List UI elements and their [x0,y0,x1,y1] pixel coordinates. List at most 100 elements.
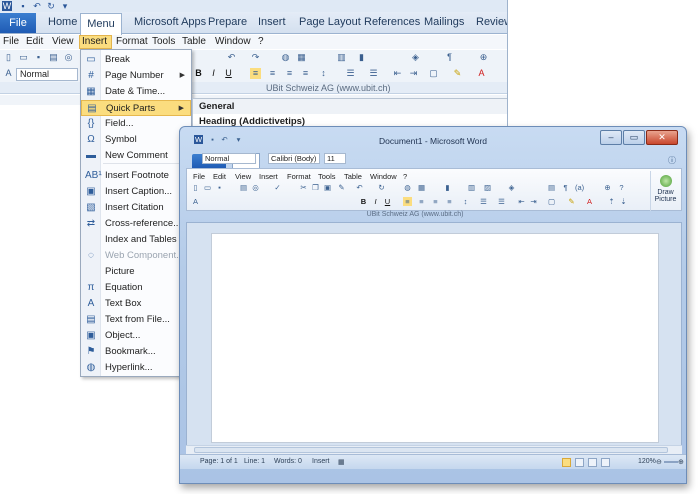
horizontal-scrollbar[interactable] [186,445,682,454]
menu-insert[interactable]: Insert [259,172,278,181]
format-painter-icon[interactable]: ✎ [337,183,346,192]
insert-menu-item[interactable]: {} Field... [81,116,191,132]
zoom-icon[interactable]: ⊕ [603,183,612,192]
drawing-icon[interactable]: ◈ [410,52,421,63]
align-center-icon[interactable]: ≡ [417,197,426,206]
spelling-icon[interactable]: ✓ [273,183,282,192]
copy-icon[interactable]: ❐ [311,183,320,192]
align-right-icon[interactable]: ≡ [431,197,440,206]
insert-menu-item[interactable]: # Page Number ▶ [81,68,191,84]
insert-menu-item[interactable]: ▤ Text from File... [81,312,191,328]
zoom-slider[interactable] [664,461,678,463]
numbering-icon[interactable]: ☰ [479,197,488,206]
hyperlink-icon[interactable]: ◍ [403,183,412,192]
document-page[interactable] [211,233,659,443]
insert-menu-item[interactable]: Ω Symbol [81,132,191,148]
status-line[interactable]: Line: 1 [244,458,265,465]
menu-file[interactable]: File [193,172,205,181]
pilcrow-icon[interactable]: ¶ [561,183,570,192]
highlight-icon[interactable]: ✎ [452,68,463,79]
insert-menu-item[interactable]: ▦ Date & Time... [81,84,191,100]
menu-tools[interactable]: Tools [152,36,175,47]
print-icon[interactable]: ▤ [239,183,248,192]
menu-table[interactable]: Table [182,36,206,47]
insert-menu-item[interactable]: Picture [81,264,191,280]
menu-window[interactable]: Window [370,172,397,181]
line-spacing-icon[interactable]: ↕ [461,197,470,206]
undo-icon[interactable]: ↶ [32,1,42,11]
cut-icon[interactable]: ✂ [299,183,308,192]
draw-picture-button[interactable]: Draw Picture [650,171,680,211]
insert-menu-item[interactable]: ▭ Break [81,52,191,68]
underline-icon[interactable]: U [383,197,392,206]
underline-icon[interactable]: U [223,68,234,79]
menu-help[interactable]: ? [258,36,264,47]
menu-file[interactable]: File [3,36,19,47]
style-dropdown[interactable]: Normal [202,153,256,164]
border-icon[interactable]: ▢ [428,68,439,79]
numbering-icon[interactable]: ☰ [345,68,356,79]
border-icon[interactable]: ▢ [547,197,556,206]
menu-window[interactable]: Window [215,36,251,47]
align-center-icon[interactable]: ≡ [267,68,278,79]
insert-menu-item[interactable]: ◌ Web Component... [81,248,191,264]
bold-icon[interactable]: B [193,68,204,79]
maximize-button[interactable]: ▭ [623,130,645,145]
styles-icon[interactable]: A [3,68,14,79]
redo-icon[interactable]: ↷ [250,52,261,63]
full-screen-view-icon[interactable] [575,458,584,467]
grow-font-icon[interactable]: ⇡ [607,197,616,206]
styles-icon[interactable]: A [191,197,200,206]
tab-references[interactable]: References [364,16,420,28]
justify-icon[interactable]: ≡ [300,68,311,79]
insert-menu-item[interactable]: ⚑ Bookmark... [81,344,191,360]
customize-icon[interactable]: ▾ [60,1,70,11]
status-page[interactable]: Page: 1 of 1 [200,458,238,465]
style-dropdown[interactable]: Normal [16,68,78,81]
outline-view-icon[interactable] [601,458,610,467]
open-folder-icon[interactable]: ▭ [203,183,212,192]
menu-tools[interactable]: Tools [318,172,336,181]
outdent-icon[interactable]: ⇤ [517,197,526,206]
tab-home[interactable]: Home [48,16,77,28]
zoom-icon[interactable]: ⊕ [478,52,489,63]
zoom-in-icon[interactable]: ⊕ [678,458,684,466]
tab-file[interactable]: File [0,13,36,33]
columns-icon[interactable]: ▮ [356,52,367,63]
line-spacing-icon[interactable]: ↕ [318,68,329,79]
menu-edit[interactable]: Edit [26,36,43,47]
menu-view[interactable]: View [52,36,74,47]
align-right-icon[interactable]: ≡ [284,68,295,79]
open-folder-icon[interactable]: ▭ [18,52,29,63]
close-button[interactable]: ✕ [646,130,678,145]
paste-icon[interactable]: ▣ [323,183,332,192]
shrink-font-icon[interactable]: ⇣ [619,197,628,206]
align-left-icon[interactable]: ≡ [403,197,412,206]
insert-menu-item[interactable]: π Equation [81,280,191,296]
bold-icon[interactable]: B [359,197,368,206]
save-icon[interactable]: ▪ [18,1,28,11]
print-layout-view-icon[interactable] [562,458,571,467]
menu-view[interactable]: View [235,172,251,181]
zoom-out-icon[interactable]: ⊖ [656,458,662,466]
new-document-icon[interactable]: ▯ [191,183,200,192]
menu-insert[interactable]: Insert ▾ [79,35,112,58]
save-icon[interactable]: ▪ [33,52,44,63]
menu-format[interactable]: Format [287,172,311,181]
save-icon[interactable]: ▪ [215,183,224,192]
outdent-icon[interactable]: ⇤ [392,68,403,79]
italic-icon[interactable]: I [371,197,380,206]
font-family-dropdown[interactable]: Calibri (Body) [268,153,320,164]
tab-insert[interactable]: Insert [258,16,286,28]
zoom-percent[interactable]: 120% [638,458,656,465]
redo-icon[interactable]: ↻ [377,183,386,192]
insert-menu-item[interactable]: ⇄ Cross-reference... [81,216,191,232]
bullets-icon[interactable]: ☰ [497,197,506,206]
undo-icon[interactable]: ↶ [355,183,364,192]
redo-icon[interactable]: ↻ [46,1,56,11]
menu-format[interactable]: Format [116,36,148,47]
italic-icon[interactable]: I [208,68,219,79]
help-circle-icon[interactable]: ? [617,183,626,192]
highlight-icon[interactable]: ✎ [567,197,576,206]
align-left-icon[interactable]: ≡ [250,68,261,79]
